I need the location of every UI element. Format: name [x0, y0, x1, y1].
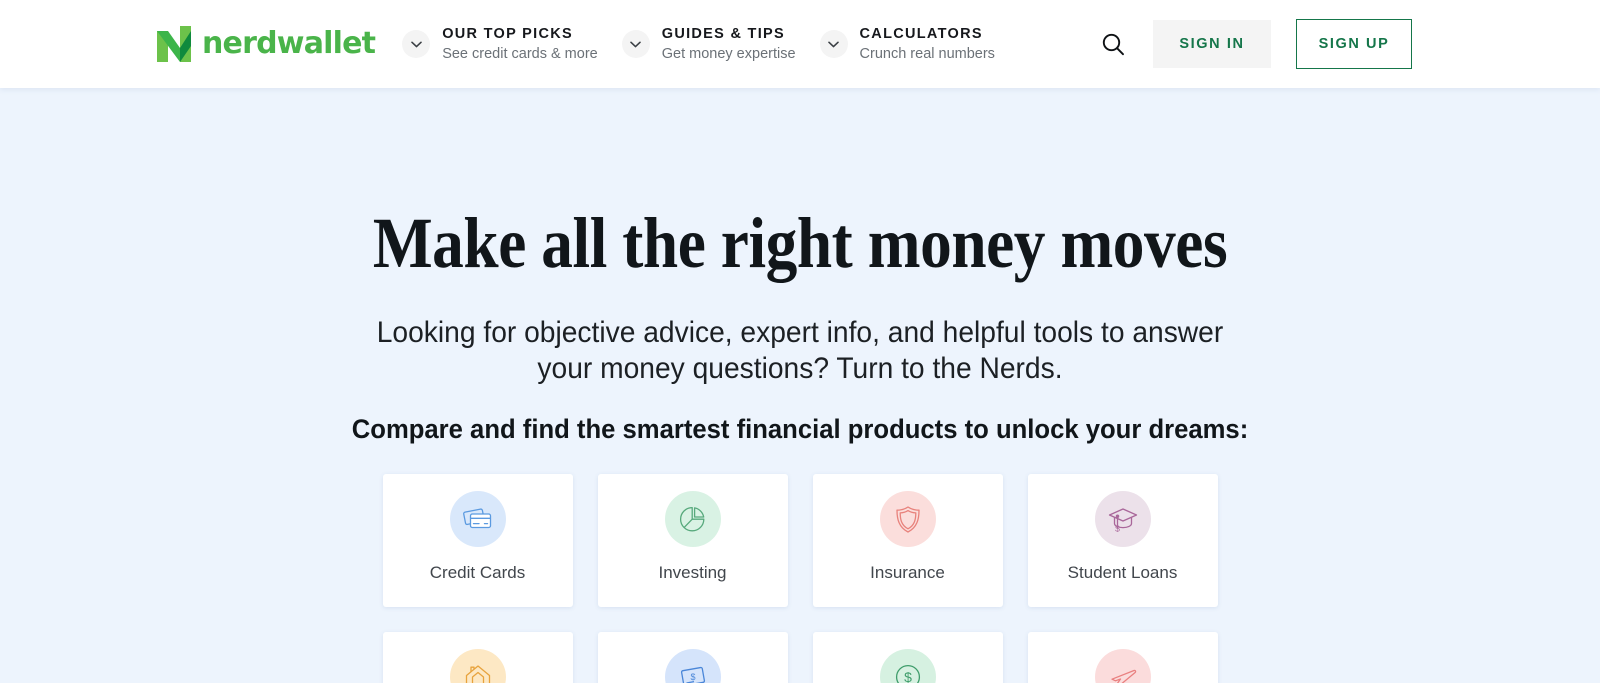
nerdwallet-n-logo-icon	[157, 26, 191, 62]
nav-title: CALCULATORS	[859, 25, 983, 42]
hero-section: Make all the right money moves Looking f…	[0, 88, 1600, 683]
nav-subtitle: See credit cards & more	[442, 45, 598, 62]
nav-item-calculators[interactable]: CALCULATORS Crunch real numbers	[819, 24, 995, 65]
sign-up-button[interactable]: SIGN UP	[1296, 19, 1412, 69]
nav-item-guides-and-tips[interactable]: GUIDES & TIPS Get money expertise	[621, 24, 796, 65]
category-card-label: Student Loans	[1067, 563, 1178, 582]
product-category-grid: Credit Cards Investing Insurance $ Stude…	[0, 474, 1600, 683]
search-icon[interactable]	[1091, 22, 1135, 66]
hero-tagline: Compare and find the smartest financial …	[351, 414, 1249, 444]
category-card-mortgages[interactable]	[382, 632, 573, 683]
pie-chart-icon	[664, 491, 721, 547]
svg-text:$: $	[690, 672, 695, 682]
check-document-icon: $	[664, 649, 721, 683]
page-title: Make all the right money moves	[372, 203, 1228, 283]
category-card-label: Investing	[658, 563, 727, 582]
chevron-down-icon[interactable]	[819, 30, 848, 58]
category-card-label: Insurance	[870, 563, 945, 582]
svg-text:$: $	[904, 669, 912, 683]
nav-item-our-top-picks[interactable]: OUR TOP PICKS See credit cards & more	[402, 24, 598, 65]
svg-text:$: $	[1115, 523, 1120, 532]
shield-icon	[879, 491, 936, 547]
nav-title: GUIDES & TIPS	[661, 25, 785, 42]
dollar-circle-icon: $	[879, 649, 936, 683]
site-header: nerdwallet OUR TOP PICKS See credit card…	[0, 0, 1600, 88]
category-card-banking[interactable]: $	[597, 632, 788, 683]
house-icon	[449, 649, 506, 683]
sign-in-button[interactable]: SIGN IN	[1153, 20, 1271, 68]
nerdwallet-homepage: nerdwallet OUR TOP PICKS See credit card…	[0, 0, 1600, 683]
nerdwallet-logo[interactable]: nerdwallet	[157, 26, 376, 62]
category-card-investing[interactable]: Investing	[597, 474, 788, 607]
nav-subtitle: Crunch real numbers	[859, 45, 995, 62]
nerdwallet-logo-text: nerdwallet	[202, 26, 376, 61]
category-card-label: Credit Cards	[429, 563, 526, 582]
nav-title: OUR TOP PICKS	[442, 25, 573, 42]
category-card-student-loans[interactable]: $ Student Loans	[1027, 474, 1218, 607]
category-card-credit-cards[interactable]: Credit Cards	[382, 474, 573, 607]
chevron-down-icon[interactable]	[402, 30, 431, 58]
credit-cards-icon	[449, 491, 506, 547]
airplane-icon	[1094, 649, 1151, 683]
main-navigation: OUR TOP PICKS See credit cards & more GU…	[402, 24, 1019, 65]
category-card-travel[interactable]	[1027, 632, 1218, 683]
header-actions: SIGN IN SIGN UP	[1091, 19, 1412, 69]
category-card-insurance[interactable]: Insurance	[812, 474, 1003, 607]
graduation-cap-icon: $	[1094, 491, 1151, 547]
category-card-loans[interactable]: $	[812, 632, 1003, 683]
hero-subheading: Looking for objective advice, expert inf…	[376, 316, 1224, 385]
chevron-down-icon[interactable]	[621, 30, 650, 58]
nav-subtitle: Get money expertise	[661, 45, 796, 62]
